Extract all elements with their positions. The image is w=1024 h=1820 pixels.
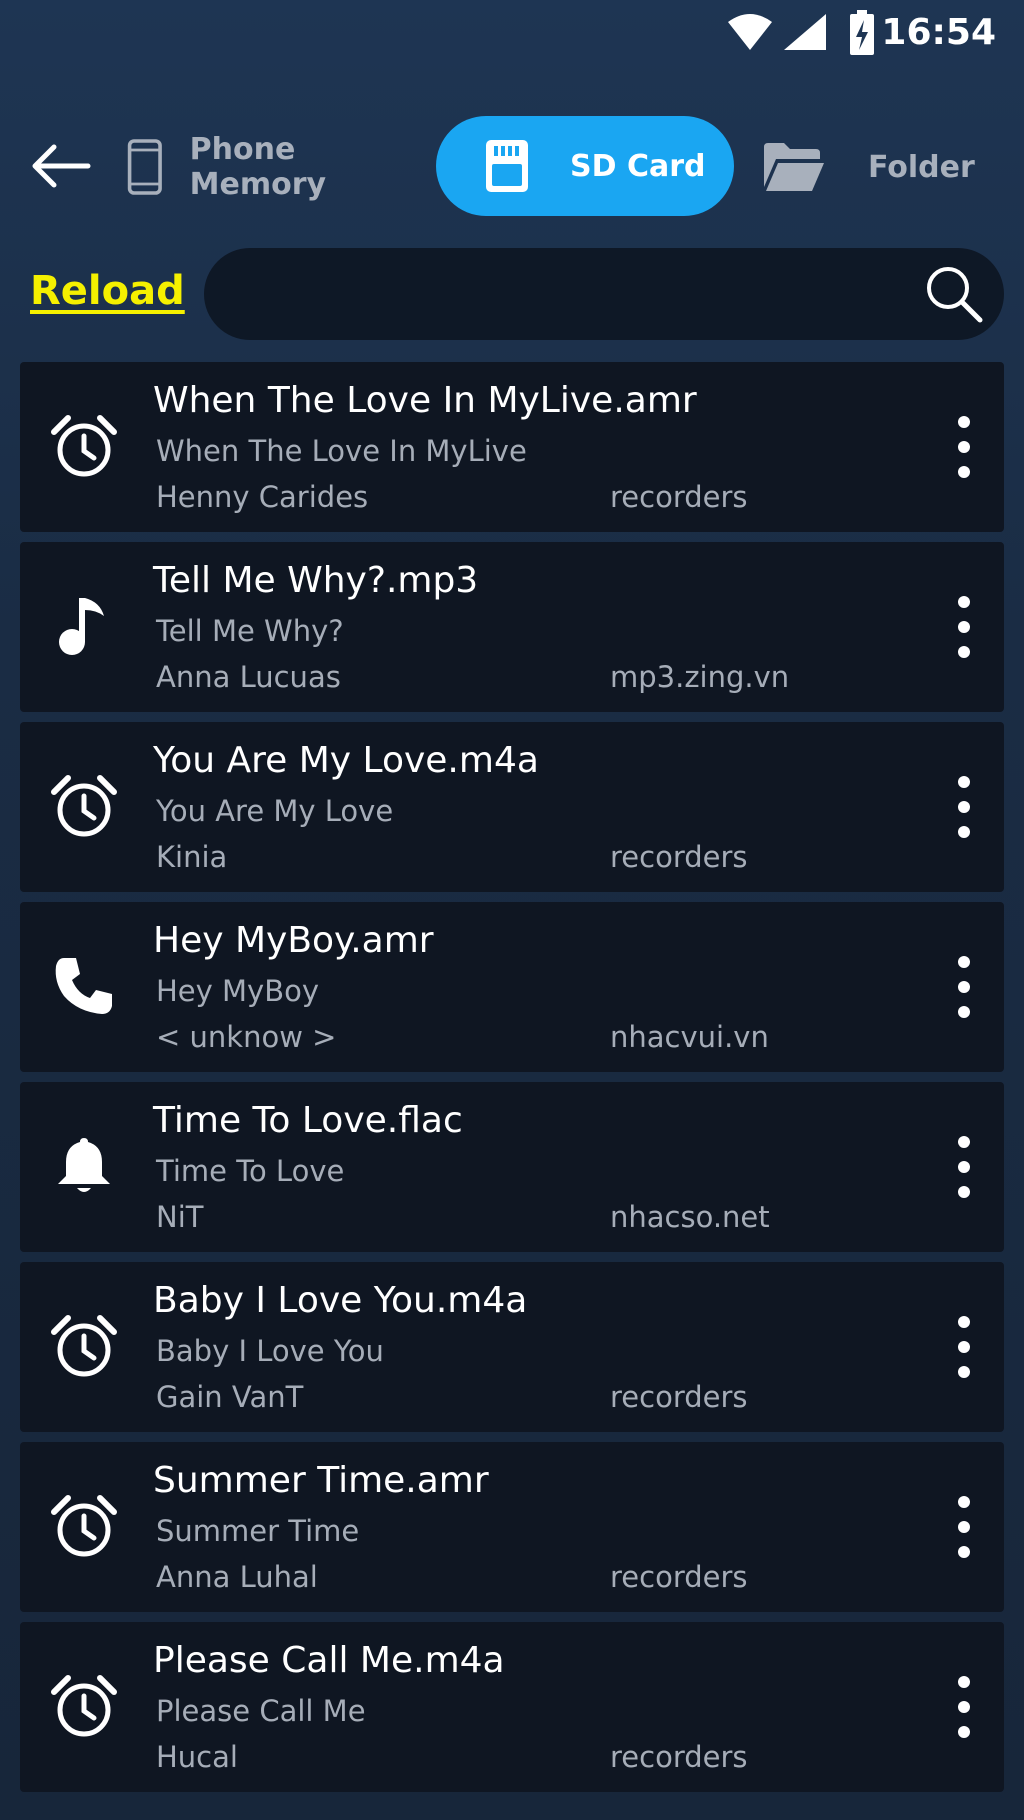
list-item[interactable]: Hey MyBoy.amr Hey MyBoy < unknow > nhacv… bbox=[20, 902, 1004, 1072]
alarm-icon bbox=[50, 772, 118, 840]
item-artist: Henny Carides bbox=[156, 480, 369, 514]
more-options-icon[interactable] bbox=[944, 1492, 984, 1562]
item-source: recorders bbox=[610, 840, 748, 874]
item-artist: Hucal bbox=[156, 1740, 238, 1774]
alarm-icon bbox=[50, 1672, 118, 1740]
tab-label: SD Card bbox=[570, 148, 706, 184]
bell-icon bbox=[50, 1132, 118, 1200]
item-subtitle: Hey MyBoy bbox=[156, 974, 320, 1008]
more-options-icon[interactable] bbox=[944, 1672, 984, 1742]
ringtone-list: When The Love In MyLive.amr When The Lov… bbox=[20, 362, 1004, 1802]
more-options-icon[interactable] bbox=[944, 592, 984, 662]
tab-label: Phone Memory bbox=[189, 132, 327, 202]
wifi-icon bbox=[728, 14, 772, 50]
list-item[interactable]: Time To Love.flac Time To Love NiT nhacs… bbox=[20, 1082, 1004, 1252]
item-source: nhacvui.vn bbox=[610, 1020, 769, 1054]
more-options-icon[interactable] bbox=[944, 952, 984, 1022]
phone-icon bbox=[50, 952, 118, 1020]
item-artist: Anna Lucuas bbox=[156, 660, 341, 694]
item-artist: Gain VanT bbox=[156, 1380, 304, 1414]
search-input[interactable] bbox=[244, 266, 904, 322]
item-source: nhacso.net bbox=[610, 1200, 770, 1234]
storage-tabs: Phone Memory SD Card Folder bbox=[0, 116, 1024, 218]
item-subtitle: Baby I Love You bbox=[156, 1334, 384, 1368]
item-subtitle: When The Love In MyLive bbox=[156, 434, 527, 468]
item-title: You Are My Love.m4a bbox=[153, 740, 539, 781]
item-artist: < unknow > bbox=[156, 1020, 337, 1054]
item-subtitle: Summer Time bbox=[156, 1514, 360, 1548]
more-options-icon[interactable] bbox=[944, 412, 984, 482]
item-title: Please Call Me.m4a bbox=[153, 1640, 505, 1681]
clock: 16:54 bbox=[881, 12, 996, 53]
tab-folder[interactable]: Folder bbox=[762, 116, 1002, 218]
item-title: Summer Time.amr bbox=[153, 1460, 489, 1501]
tab-sd-card[interactable]: SD Card bbox=[436, 116, 734, 216]
item-artist: Anna Luhal bbox=[156, 1560, 318, 1594]
item-subtitle: Time To Love bbox=[156, 1154, 345, 1188]
tab-label: Folder bbox=[868, 149, 975, 185]
item-title: Baby I Love You.m4a bbox=[153, 1280, 528, 1321]
back-arrow-icon[interactable] bbox=[30, 141, 92, 191]
search-icon[interactable] bbox=[924, 264, 984, 324]
smartphone-icon bbox=[127, 139, 162, 195]
item-source: recorders bbox=[610, 480, 748, 514]
item-title: Time To Love.flac bbox=[153, 1100, 463, 1141]
item-title: Tell Me Why?.mp3 bbox=[153, 560, 479, 601]
signal-icon bbox=[784, 14, 826, 50]
music-note-icon bbox=[50, 592, 118, 660]
item-subtitle: Tell Me Why? bbox=[156, 614, 344, 648]
item-source: recorders bbox=[610, 1560, 748, 1594]
item-title: When The Love In MyLive.amr bbox=[153, 380, 697, 421]
item-source: mp3.zing.vn bbox=[610, 660, 790, 694]
folder-open-icon bbox=[764, 143, 824, 191]
search-bar bbox=[204, 248, 1004, 340]
list-item[interactable]: You Are My Love.m4a You Are My Love Kini… bbox=[20, 722, 1004, 892]
alarm-icon bbox=[50, 1492, 118, 1560]
reload-button[interactable]: Reload bbox=[30, 268, 185, 314]
alarm-icon bbox=[50, 412, 118, 480]
status-bar: 16:54 bbox=[0, 0, 1024, 66]
item-source: recorders bbox=[610, 1740, 748, 1774]
list-item[interactable]: Summer Time.amr Summer Time Anna Luhal r… bbox=[20, 1442, 1004, 1612]
item-artist: Kinia bbox=[156, 840, 228, 874]
list-item[interactable]: When The Love In MyLive.amr When The Lov… bbox=[20, 362, 1004, 532]
battery-charging-icon bbox=[850, 10, 874, 55]
more-options-icon[interactable] bbox=[944, 1312, 984, 1382]
item-subtitle: You Are My Love bbox=[156, 794, 394, 828]
item-title: Hey MyBoy.amr bbox=[153, 920, 434, 961]
alarm-icon bbox=[50, 1312, 118, 1380]
tab-phone-memory[interactable]: Phone Memory bbox=[126, 116, 416, 218]
item-subtitle: Please Call Me bbox=[156, 1694, 366, 1728]
more-options-icon[interactable] bbox=[944, 1132, 984, 1202]
list-item[interactable]: Please Call Me.m4a Please Call Me Hucal … bbox=[20, 1622, 1004, 1792]
sd-card-icon bbox=[486, 140, 528, 192]
item-source: recorders bbox=[610, 1380, 748, 1414]
list-item[interactable]: Tell Me Why?.mp3 Tell Me Why? Anna Lucua… bbox=[20, 542, 1004, 712]
more-options-icon[interactable] bbox=[944, 772, 984, 842]
list-item[interactable]: Baby I Love You.m4a Baby I Love You Gain… bbox=[20, 1262, 1004, 1432]
item-artist: NiT bbox=[156, 1200, 204, 1234]
